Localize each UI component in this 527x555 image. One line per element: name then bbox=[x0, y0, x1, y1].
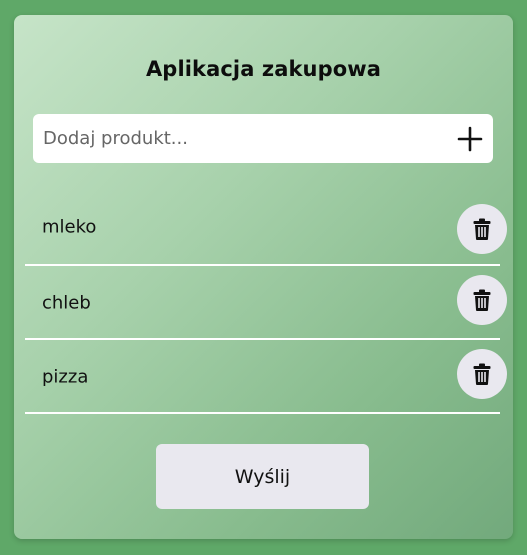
plus-icon bbox=[457, 126, 483, 152]
app-card: Aplikacja zakupowa mleko bbox=[14, 15, 513, 539]
product-name: mleko bbox=[42, 216, 97, 238]
add-product-input[interactable] bbox=[33, 114, 433, 163]
add-product-button[interactable] bbox=[457, 126, 483, 152]
product-list: mleko chleb pizza bbox=[25, 202, 507, 414]
add-product-row bbox=[33, 114, 493, 163]
delete-product-button[interactable] bbox=[457, 349, 507, 399]
product-name: pizza bbox=[42, 366, 89, 388]
delete-product-button[interactable] bbox=[457, 275, 507, 325]
product-item: chleb bbox=[25, 268, 507, 340]
product-item: pizza bbox=[25, 342, 507, 414]
trash-icon bbox=[473, 218, 491, 240]
trash-icon bbox=[473, 363, 491, 385]
trash-icon bbox=[473, 289, 491, 311]
delete-product-button[interactable] bbox=[457, 204, 507, 254]
product-name: chleb bbox=[42, 292, 91, 314]
page-title: Aplikacja zakupowa bbox=[145, 57, 382, 81]
product-item: mleko bbox=[25, 202, 507, 266]
submit-button[interactable]: Wyślij bbox=[156, 444, 369, 509]
